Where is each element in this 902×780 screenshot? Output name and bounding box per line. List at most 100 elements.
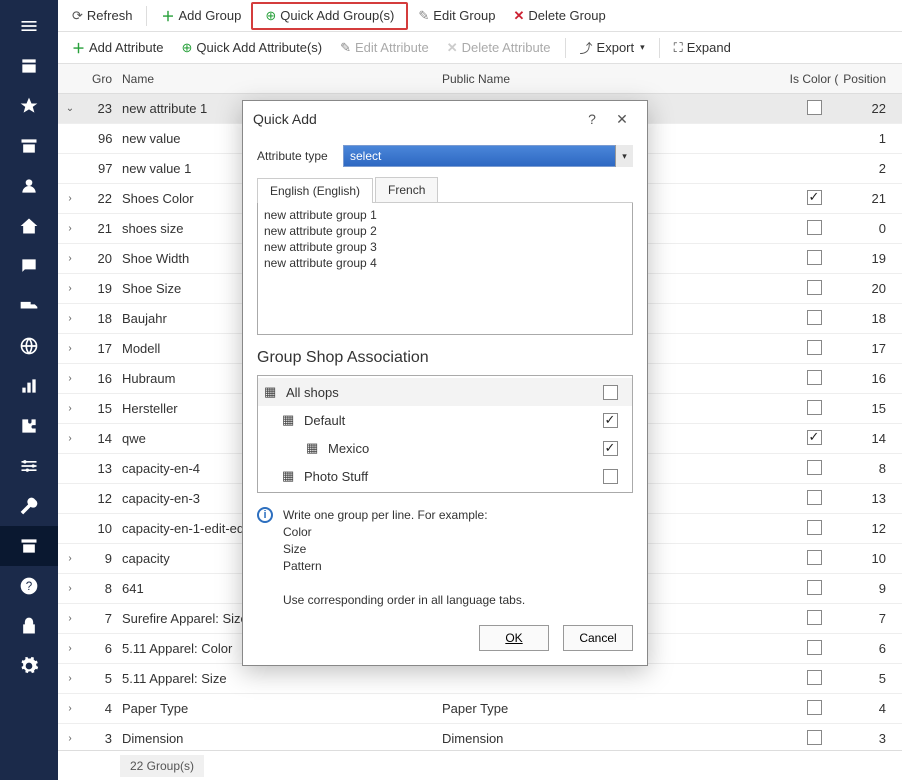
expand-icon[interactable]: › <box>58 433 82 444</box>
toolbar-groups: ⟳Refresh ＋Add Group ⊕Quick Add Group(s) … <box>58 0 902 32</box>
color-checkbox[interactable] <box>807 370 822 385</box>
tree-checkbox[interactable] <box>603 441 618 456</box>
color-checkbox[interactable] <box>807 700 822 715</box>
expand-icon[interactable]: › <box>58 193 82 204</box>
color-checkbox[interactable] <box>807 190 822 205</box>
color-checkbox[interactable] <box>807 460 822 475</box>
color-checkbox[interactable] <box>807 430 822 445</box>
color-checkbox[interactable] <box>807 490 822 505</box>
col-color[interactable]: Is Color ( <box>786 72 842 86</box>
home-icon[interactable] <box>0 206 58 246</box>
toolbar-attributes: ＋Add Attribute ⊕Quick Add Attribute(s) ✎… <box>58 32 902 64</box>
cancel-button[interactable]: Cancel <box>563 625 633 651</box>
menu-icon[interactable] <box>0 6 58 46</box>
inbox-icon[interactable] <box>0 526 58 566</box>
tree-checkbox[interactable] <box>603 385 618 400</box>
cell-position: 20 <box>842 281 902 296</box>
color-checkbox[interactable] <box>807 220 822 235</box>
export-button[interactable]: ⤴Export▾ <box>572 35 653 60</box>
store-icon[interactable] <box>0 46 58 86</box>
col-public[interactable]: Public Name <box>438 72 786 86</box>
gear-icon[interactable] <box>0 646 58 686</box>
col-name[interactable]: Name <box>118 72 438 86</box>
expand-icon[interactable]: › <box>58 373 82 384</box>
tree-row[interactable]: ▦Default <box>258 406 632 434</box>
expand-icon[interactable]: › <box>58 733 82 744</box>
archive-icon[interactable] <box>0 126 58 166</box>
color-checkbox[interactable] <box>807 520 822 535</box>
expand-icon[interactable]: › <box>58 313 82 324</box>
cell-position: 1 <box>842 131 902 146</box>
color-checkbox[interactable] <box>807 340 822 355</box>
color-checkbox[interactable] <box>807 670 822 685</box>
color-checkbox[interactable] <box>807 550 822 565</box>
expand-icon[interactable]: › <box>58 343 82 354</box>
person-icon[interactable] <box>0 166 58 206</box>
tree-checkbox[interactable] <box>603 413 618 428</box>
color-checkbox[interactable] <box>807 280 822 295</box>
tree-row[interactable]: ▦Mexico <box>258 434 632 462</box>
expand-icon[interactable]: › <box>58 583 82 594</box>
expand-icon[interactable]: › <box>58 673 82 684</box>
tab-french[interactable]: French <box>375 177 438 202</box>
delete-group-button[interactable]: ✕Delete Group <box>505 5 613 27</box>
color-checkbox[interactable] <box>807 100 822 115</box>
expand-icon[interactable]: › <box>58 403 82 414</box>
sliders-icon[interactable] <box>0 446 58 486</box>
ok-button[interactable]: OK <box>479 625 549 651</box>
expand-icon[interactable]: › <box>58 253 82 264</box>
refresh-button[interactable]: ⟳Refresh <box>64 5 140 27</box>
globe-icon[interactable] <box>0 326 58 366</box>
language-tabs: English (English) French <box>257 177 633 203</box>
info-row: i Write one group per line. For example:… <box>257 507 633 609</box>
quick-add-dialog: Quick Add ? ✕ Attribute type select▾ Eng… <box>242 100 648 666</box>
expand-button[interactable]: ⛶Expand <box>666 37 739 59</box>
tree-row[interactable]: ▦Photo Stuff <box>258 462 632 490</box>
dialog-title: Quick Add <box>253 111 317 127</box>
table-row[interactable]: ›3DimensionDimension3 <box>58 724 902 750</box>
cell-id: 4 <box>82 701 118 716</box>
cell-position: 22 <box>842 101 902 116</box>
table-row[interactable]: ›4Paper TypePaper Type4 <box>58 694 902 724</box>
attr-type-select[interactable]: select▾ <box>343 145 633 167</box>
color-checkbox[interactable] <box>807 610 822 625</box>
color-checkbox[interactable] <box>807 310 822 325</box>
expand-icon[interactable]: ⌄ <box>58 103 82 114</box>
tab-english[interactable]: English (English) <box>257 178 373 203</box>
color-checkbox[interactable] <box>807 580 822 595</box>
chat-icon[interactable] <box>0 246 58 286</box>
expand-icon[interactable]: › <box>58 283 82 294</box>
quick-add-group-button[interactable]: ⊕Quick Add Group(s) <box>257 5 402 27</box>
expand-icon[interactable]: › <box>58 613 82 624</box>
truck-icon[interactable] <box>0 286 58 326</box>
expand-icon[interactable]: › <box>58 703 82 714</box>
table-row[interactable]: ›55.11 Apparel: Size5 <box>58 664 902 694</box>
quick-add-attribute-button[interactable]: ⊕Quick Add Attribute(s) <box>173 37 330 59</box>
svg-text:?: ? <box>26 580 33 593</box>
color-checkbox[interactable] <box>807 640 822 655</box>
tree-checkbox[interactable] <box>603 469 618 484</box>
puzzle-icon[interactable] <box>0 406 58 446</box>
wrench-icon[interactable] <box>0 486 58 526</box>
edit-group-button[interactable]: ✎Edit Group <box>410 5 503 27</box>
add-group-button[interactable]: ＋Add Group <box>153 3 249 28</box>
expand-icon[interactable]: › <box>58 643 82 654</box>
color-checkbox[interactable] <box>807 730 822 745</box>
groups-textarea[interactable]: new attribute group 1 new attribute grou… <box>257 203 633 335</box>
color-checkbox[interactable] <box>807 250 822 265</box>
add-attribute-button[interactable]: ＋Add Attribute <box>64 35 171 60</box>
dialog-help-icon[interactable]: ? <box>577 111 607 127</box>
expand-icon[interactable]: › <box>58 553 82 564</box>
lock-icon[interactable] <box>0 606 58 646</box>
shop-tree: ▦All shops▦Default▦Mexico▦Photo Stuff <box>257 375 633 493</box>
dialog-close-icon[interactable]: ✕ <box>607 111 637 128</box>
col-gro[interactable]: Gro <box>82 72 118 86</box>
cell-id: 19 <box>82 281 118 296</box>
bar-chart-icon[interactable] <box>0 366 58 406</box>
color-checkbox[interactable] <box>807 400 822 415</box>
col-position[interactable]: Position <box>842 72 902 86</box>
expand-icon[interactable]: › <box>58 223 82 234</box>
star-icon[interactable] <box>0 86 58 126</box>
help-icon[interactable]: ? <box>0 566 58 606</box>
tree-row[interactable]: ▦All shops <box>258 378 632 406</box>
